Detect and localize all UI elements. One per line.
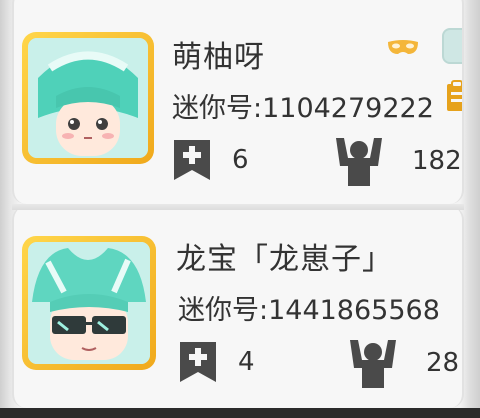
add-stat[interactable]: 4	[180, 342, 255, 382]
bottom-bar	[0, 408, 480, 418]
add-count: 4	[238, 347, 255, 377]
user-name: 萌柚呀	[172, 40, 265, 75]
mini-id: 迷你号:1104279222	[172, 93, 434, 124]
fans-count: 1820	[412, 146, 462, 176]
clipboard-icon[interactable]	[446, 80, 464, 112]
avatar-image	[28, 242, 150, 364]
plus-bookmark-icon	[180, 342, 216, 382]
avatar[interactable]	[22, 236, 156, 370]
fans-person-icon	[350, 340, 396, 388]
mask-icon[interactable]	[386, 38, 420, 58]
fans-stat[interactable]: 1820	[332, 136, 462, 186]
card-divider	[12, 204, 464, 210]
screen: 萌柚呀 迷你号:1104279222 6 1820	[0, 0, 480, 418]
plus-bookmark-icon	[174, 140, 210, 180]
mini-id: 迷你号:1441865568	[178, 295, 440, 326]
partial-avatar[interactable]	[442, 28, 462, 64]
avatar-image	[28, 38, 148, 158]
add-stat[interactable]: 6	[174, 140, 249, 180]
avatar[interactable]	[22, 32, 154, 164]
user-card[interactable]: 萌柚呀 迷你号:1104279222 6 1820	[12, 0, 464, 204]
user-name: 龙宝「龙崽子」	[176, 242, 393, 277]
avatar-character-icon	[28, 38, 148, 158]
add-count: 6	[232, 145, 249, 175]
user-card[interactable]: 龙宝「龙崽子」 迷你号:1441865568 4 28	[12, 206, 464, 408]
fans-person-icon	[336, 138, 382, 186]
fans-stat[interactable]: 28	[346, 338, 459, 388]
avatar-character-icon	[28, 242, 150, 364]
fans-count: 28	[426, 348, 460, 378]
